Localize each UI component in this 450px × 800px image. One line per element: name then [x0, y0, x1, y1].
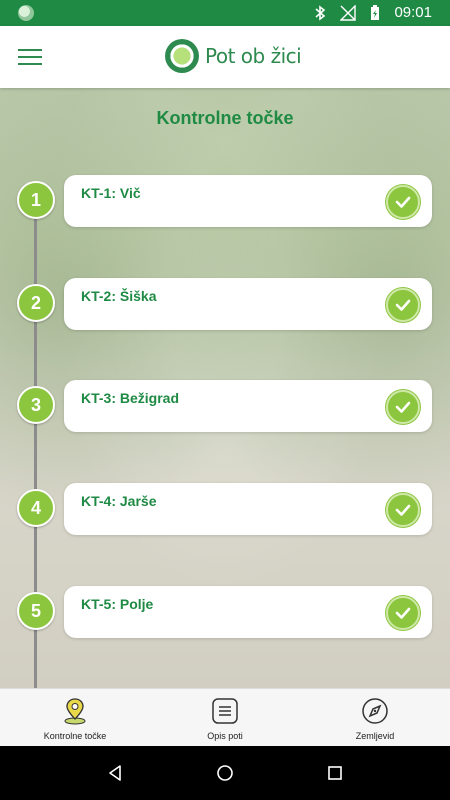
back-icon[interactable]: [95, 753, 135, 793]
checkpoint-number: 1: [17, 181, 55, 219]
check-icon: [386, 288, 420, 322]
menu-icon[interactable]: [18, 46, 42, 68]
checkpoint-label: KT-2: Šiška: [81, 288, 157, 304]
checkpoint-number: 5: [17, 592, 55, 630]
map-pin-icon: [61, 697, 89, 725]
checkpoint-item: 4 KT-4: Jarše: [0, 483, 450, 535]
logo-text: Pot ob žici: [205, 44, 302, 68]
recents-icon[interactable]: [315, 753, 355, 793]
page-title: Kontrolne točke: [156, 108, 294, 128]
check-icon: [386, 185, 420, 219]
checkpoint-card[interactable]: KT-5: Polje: [64, 586, 432, 638]
status-bar: 09:01: [0, 0, 450, 26]
checkpoint-card[interactable]: KT-2: Šiška: [64, 278, 432, 330]
checkpoint-card[interactable]: KT-3: Bežigrad: [64, 380, 432, 432]
checkpoint-number: 4: [17, 489, 55, 527]
checkpoint-card[interactable]: KT-4: Jarše: [64, 483, 432, 535]
app-logo: Pot ob žici: [165, 36, 302, 76]
system-nav-bar: [0, 746, 450, 800]
checkpoint-label: KT-4: Jarše: [81, 493, 157, 509]
nav-item-checkpoints[interactable]: Kontrolne točke: [0, 689, 150, 747]
checkpoint-number: 2: [17, 284, 55, 322]
checkpoints-screen: Kontrolne točke 1 KT-1: Vič 2 KT-2: Šišk…: [0, 88, 450, 688]
check-icon: [386, 493, 420, 527]
no-signal-icon: [340, 5, 356, 21]
checkpoint-number: 3: [17, 386, 55, 424]
bottom-nav: Kontrolne točke Opis poti Zemljevid: [0, 688, 450, 747]
checkpoint-item: 5 KT-5: Polje: [0, 586, 450, 638]
checkpoint-item: 3 KT-3: Bežigrad: [0, 380, 450, 432]
checkpoint-label: KT-3: Bežigrad: [81, 390, 180, 406]
status-icons: [314, 5, 380, 21]
check-icon: [386, 596, 420, 630]
nav-item-description[interactable]: Opis poti: [150, 689, 300, 747]
check-icon: [386, 390, 420, 424]
home-icon[interactable]: [205, 753, 245, 793]
nav-label: Zemljevid: [355, 731, 395, 741]
checkpoint-label: KT-1: Vič: [81, 185, 141, 201]
nav-label: Opis poti: [207, 731, 243, 741]
nav-label: Kontrolne točke: [43, 731, 107, 741]
checkpoint-item: 1 KT-1: Vič: [0, 175, 450, 227]
notification-icon: [18, 5, 34, 21]
app-bar: Pot ob žici: [0, 26, 450, 88]
compass-icon: [361, 697, 389, 725]
list-icon: [211, 697, 239, 725]
bluetooth-icon: [315, 5, 326, 21]
nav-item-map[interactable]: Zemljevid: [300, 689, 450, 747]
battery-icon: [371, 5, 379, 20]
status-time: 09:01: [394, 4, 432, 21]
checkpoint-item: 2 KT-2: Šiška: [0, 278, 450, 330]
checkpoint-label: KT-5: Polje: [81, 596, 154, 612]
logo-circle-icon: [165, 39, 199, 73]
checkpoint-card[interactable]: KT-1: Vič: [64, 175, 432, 227]
